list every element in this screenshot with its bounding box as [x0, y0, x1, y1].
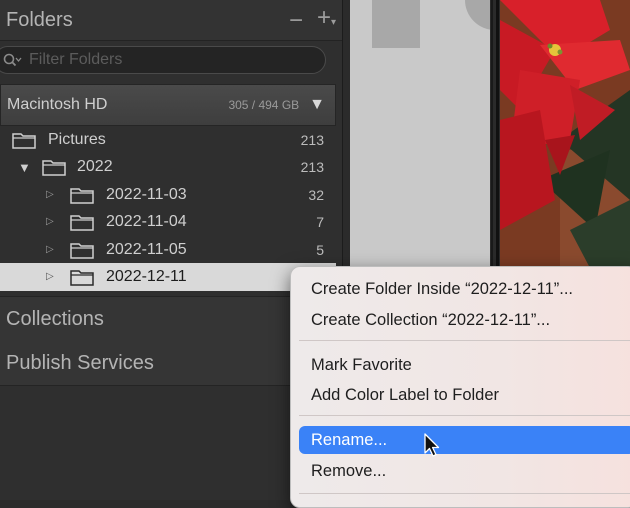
folder-name: 2022-12-11	[106, 268, 187, 285]
collections-panel-title: Collections	[6, 307, 104, 330]
disclosure-triangle-icon[interactable]: ▷	[46, 244, 54, 255]
folder-name: 2022-11-05	[106, 241, 187, 258]
folders-panel-header[interactable]: Folders − +▾	[0, 0, 342, 41]
menu-item-add-color-label[interactable]: Add Color Label to Folder	[299, 381, 630, 409]
cell-divider	[496, 0, 499, 268]
pointer-cursor-icon	[424, 433, 440, 457]
folder-name: 2022	[77, 158, 113, 175]
folder-icon	[42, 160, 66, 176]
preview-shape	[465, 0, 490, 30]
grid-preview-cell[interactable]	[350, 0, 490, 268]
folder-count: 7	[316, 214, 324, 230]
folder-count: 32	[308, 187, 324, 203]
menu-item-mark-favorite[interactable]: Mark Favorite	[299, 351, 630, 379]
volume-row[interactable]: Macintosh HD 305 / 494 GB ▼	[0, 84, 336, 126]
filter-folders-bar	[0, 46, 326, 74]
add-folder-button[interactable]: +▾	[317, 6, 336, 35]
cell-divider	[491, 0, 493, 268]
folder-row-2022[interactable]: ▼ 2022 213	[0, 153, 336, 181]
add-folder-label: +	[316, 4, 331, 31]
remove-folder-button[interactable]: −	[289, 8, 303, 33]
menu-item-create-folder-inside[interactable]: Create Folder Inside “2022-12-11”...	[299, 275, 630, 303]
search-icon[interactable]	[0, 46, 23, 74]
folder-row-2022-12-11[interactable]: ▷ 2022-12-11	[0, 263, 336, 291]
disclosure-triangle-icon[interactable]: ▷	[46, 189, 54, 200]
menu-separator	[299, 493, 630, 494]
folder-name: Pictures	[48, 131, 106, 148]
folder-context-menu: Create Folder Inside “2022-12-11”... Cre…	[290, 266, 630, 508]
folder-row-2022-11-04[interactable]: ▷ 2022-11-04 7	[0, 208, 336, 236]
folder-icon	[70, 243, 94, 259]
folder-icon	[70, 215, 94, 231]
preview-shape	[372, 0, 420, 48]
volume-collapse-toggle-icon[interactable]: ▼	[309, 96, 325, 114]
filter-folders-input[interactable]	[23, 50, 325, 70]
folder-count: 213	[300, 159, 324, 175]
poinsettia-photo-image	[500, 0, 630, 268]
folders-header-actions: − +▾	[289, 6, 336, 35]
publish-services-panel-title: Publish Services	[6, 351, 154, 374]
folder-count: 213	[300, 132, 324, 148]
folder-row-2022-11-05[interactable]: ▷ 2022-11-05 5	[0, 236, 336, 264]
menu-item-remove[interactable]: Remove...	[299, 457, 630, 485]
volume-usage: 305 / 494 GB	[228, 98, 300, 112]
add-folder-caret-icon: ▾	[330, 17, 336, 28]
menu-separator	[299, 415, 630, 416]
photo-thumbnail[interactable]	[500, 0, 630, 268]
disclosure-triangle-icon[interactable]: ▼	[18, 160, 31, 175]
folder-count: 5	[316, 242, 324, 258]
disclosure-triangle-icon[interactable]: ▷	[46, 216, 54, 227]
folder-icon	[70, 188, 94, 204]
folder-name: 2022-11-03	[106, 186, 187, 203]
volume-name: Macintosh HD	[7, 96, 108, 113]
folders-panel-title: Folders	[6, 8, 73, 31]
menu-item-rename[interactable]: Rename...	[299, 426, 630, 454]
folder-icon	[70, 270, 94, 286]
folder-row-2022-11-03[interactable]: ▷ 2022-11-03 32	[0, 181, 336, 209]
folder-name: 2022-11-04	[106, 213, 187, 230]
menu-separator	[299, 340, 630, 341]
folder-row-pictures[interactable]: Pictures 213	[0, 126, 336, 154]
disclosure-triangle-icon[interactable]: ▷	[46, 271, 54, 282]
menu-item-create-collection[interactable]: Create Collection “2022-12-11”...	[299, 306, 630, 334]
folder-icon	[12, 133, 36, 149]
